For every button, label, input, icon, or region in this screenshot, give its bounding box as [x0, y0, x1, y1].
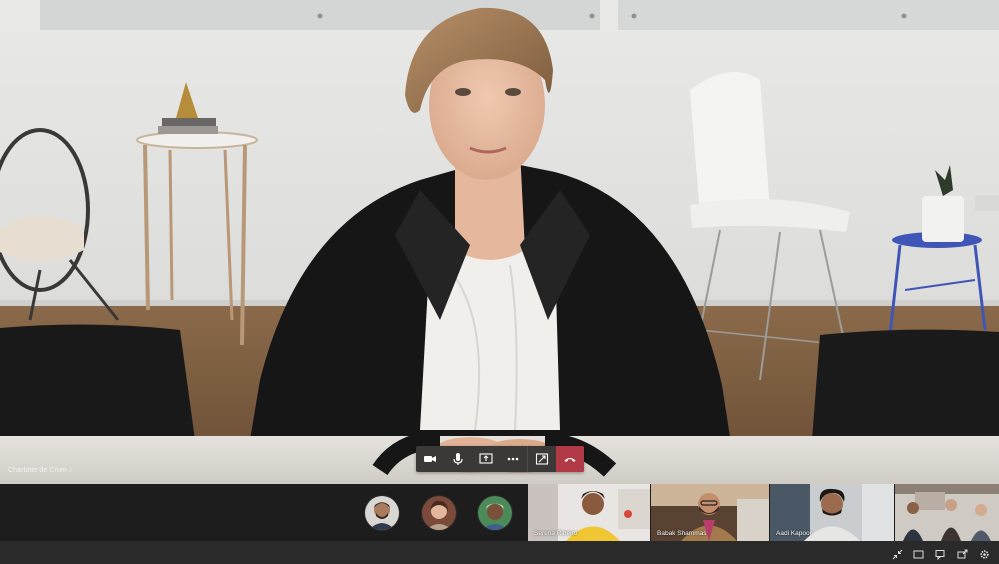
- settings-button[interactable]: [979, 547, 990, 559]
- video-camera-icon: [423, 456, 436, 462]
- hang-up-button[interactable]: [556, 446, 584, 472]
- participant-strip: Serena Ribeiro Babak Shammas Aadi Kapoor: [0, 484, 999, 541]
- mute-button[interactable]: [444, 446, 472, 472]
- participant-video: [895, 484, 999, 541]
- participant-name: Babak Shammas: [657, 530, 707, 537]
- participant-avatar[interactable]: [477, 495, 513, 531]
- participant-video-tile[interactable]: [895, 484, 999, 541]
- video-call-window: Charlotte de Crum ♪ Serena Ribeiro Babak…: [0, 0, 999, 564]
- call-status-bar: [0, 541, 999, 564]
- popout-button[interactable]: [527, 446, 556, 472]
- main-speaker-video: Charlotte de Crum ♪: [0, 0, 999, 484]
- participant-avatar-icon: [365, 496, 399, 530]
- more-options-button[interactable]: [499, 446, 527, 472]
- popout-icon: [536, 453, 549, 465]
- participant-name: Aadi Kapoor: [776, 530, 812, 537]
- settings-icon: [980, 550, 989, 559]
- participant-name: Serena Ribeiro: [534, 530, 578, 537]
- camera-toggle-button[interactable]: [416, 446, 444, 472]
- participant-avatar-icon: [422, 496, 456, 530]
- fullscreen-button[interactable]: [913, 547, 924, 559]
- microphone-icon: [453, 453, 463, 465]
- participant-avatar[interactable]: [364, 495, 400, 531]
- call-controls-bar: [416, 446, 584, 472]
- chat-button[interactable]: [935, 547, 946, 561]
- microphone-icon: ♪: [68, 467, 73, 474]
- participant-video-tile[interactable]: Babak Shammas: [651, 484, 769, 541]
- share-tray-icon: [957, 549, 968, 559]
- speaker-video-frame: [0, 0, 999, 484]
- speaker-name: Charlotte de Crum: [8, 467, 67, 474]
- share-tray-button[interactable]: [957, 547, 968, 559]
- collapse-icon: [892, 549, 903, 560]
- participant-avatar[interactable]: [421, 495, 457, 531]
- speaker-name-label: Charlotte de Crum ♪: [8, 467, 73, 474]
- participant-video-tile[interactable]: Aadi Kapoor: [770, 484, 894, 541]
- chat-icon: [935, 550, 945, 561]
- hang-up-icon: [564, 458, 576, 462]
- more-options-icon: [508, 457, 519, 461]
- collapse-button[interactable]: [892, 547, 903, 560]
- share-screen-icon: [479, 453, 493, 464]
- participant-video-tile[interactable]: Serena Ribeiro: [528, 484, 650, 541]
- participant-avatar-icon: [478, 496, 512, 530]
- fullscreen-icon: [913, 550, 924, 559]
- share-screen-button[interactable]: [472, 446, 500, 472]
